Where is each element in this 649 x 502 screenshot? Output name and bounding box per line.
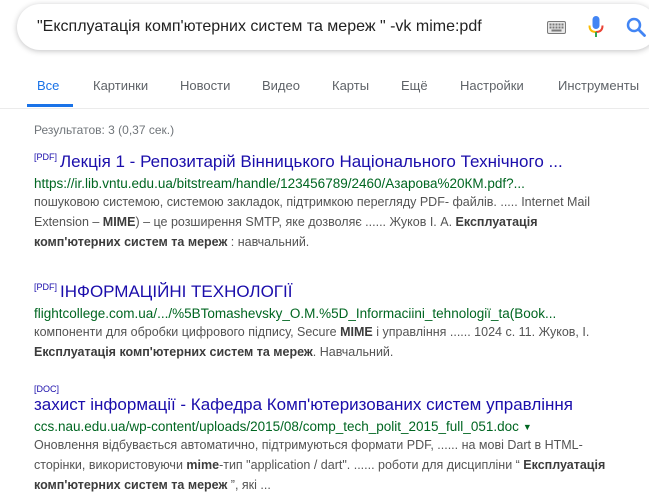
search-results-page: "Експлуатація комп'ютерних систем та мер… bbox=[0, 0, 649, 502]
result-snippet: Оновлення відбувається автоматично, підт… bbox=[34, 435, 624, 495]
snippet-text: . Навчальний. bbox=[312, 345, 394, 359]
filetype-badge: [PDF] bbox=[34, 152, 58, 162]
search-input[interactable]: "Експлуатація комп'ютерних систем та мер… bbox=[37, 4, 517, 50]
snippet-highlight: MIME bbox=[102, 215, 136, 229]
snippet-highlight: MIME bbox=[340, 325, 373, 339]
snippet-text: : навчальний. bbox=[227, 235, 310, 249]
tab-images[interactable]: Картинки bbox=[93, 78, 148, 93]
tab-video[interactable]: Видео bbox=[262, 78, 300, 93]
snippet-highlight: mime bbox=[186, 458, 220, 472]
result-url: ccs.nau.edu.ua/wp-content/uploads/2015/0… bbox=[34, 419, 634, 434]
tab-more[interactable]: Ещё bbox=[401, 78, 428, 93]
result-title-link[interactable]: Лекція 1 - Репозитарій Вінницького Націо… bbox=[60, 152, 563, 171]
snippet-text: компоненти для обробки цифрового підпису… bbox=[34, 325, 341, 339]
result-snippet: пошуковою системою, системою закладок, п… bbox=[34, 192, 624, 252]
tab-news[interactable]: Новости bbox=[180, 78, 230, 93]
snippet-text: ”, які ... bbox=[227, 478, 271, 492]
result-stats: Результатов: 3 (0,37 сек.) bbox=[34, 123, 175, 137]
filetype-badge: [PDF] bbox=[34, 282, 58, 292]
filetype-badge: [DOC] bbox=[34, 384, 60, 394]
snippet-text: і управління ...... 1024 с. 11. Жуков, І… bbox=[372, 325, 590, 339]
result-snippet: компоненти для обробки цифрового підпису… bbox=[34, 322, 624, 362]
snippet-text: ) – це розширення SMTP, яке дозволяє ...… bbox=[135, 215, 456, 229]
search-icon[interactable] bbox=[626, 17, 646, 42]
tab-all[interactable]: Все bbox=[37, 78, 59, 93]
dropdown-caret-icon[interactable]: ▼ bbox=[523, 422, 532, 432]
mic-icon[interactable] bbox=[588, 16, 604, 43]
search-bar[interactable]: "Експлуатація комп'ютерних систем та мер… bbox=[17, 4, 649, 50]
search-result: [PDF] Лекція 1 - Репозитарій Вінницького … bbox=[34, 152, 634, 252]
active-tab-indicator bbox=[27, 104, 73, 107]
result-url-link[interactable]: ccs.nau.edu.ua/wp-content/uploads/2015/0… bbox=[34, 419, 519, 434]
search-tabs: Все Картинки Новости Видео Карты Ещё Нас… bbox=[0, 66, 649, 109]
result-url[interactable]: flightcollege.com.ua/.../%5BTomashevsky_… bbox=[34, 306, 634, 321]
result-title-link[interactable]: захист інформації - Кафедра Комп'ютеризо… bbox=[34, 395, 573, 414]
search-result: [PDF] ІНФОРМАЦІЙНІ ТЕХНОЛОГІЇ flightcolle… bbox=[34, 282, 634, 362]
tab-tools[interactable]: Инструменты bbox=[558, 78, 639, 93]
result-url[interactable]: https://ir.lib.vntu.edu.ua/bitstream/han… bbox=[34, 176, 634, 191]
search-result: [DOC] захист інформації - Кафедра Комп'ю… bbox=[34, 384, 634, 495]
snippet-text: -тип "application / dart". ...... роботи… bbox=[219, 458, 524, 472]
keyboard-icon[interactable] bbox=[547, 21, 566, 39]
snippet-highlight: Експлуатація комп'ютерних систем та мере… bbox=[34, 345, 313, 359]
tab-settings[interactable]: Настройки bbox=[460, 78, 524, 93]
tab-maps[interactable]: Карты bbox=[332, 78, 369, 93]
result-title-link[interactable]: ІНФОРМАЦІЙНІ ТЕХНОЛОГІЇ bbox=[60, 282, 292, 301]
